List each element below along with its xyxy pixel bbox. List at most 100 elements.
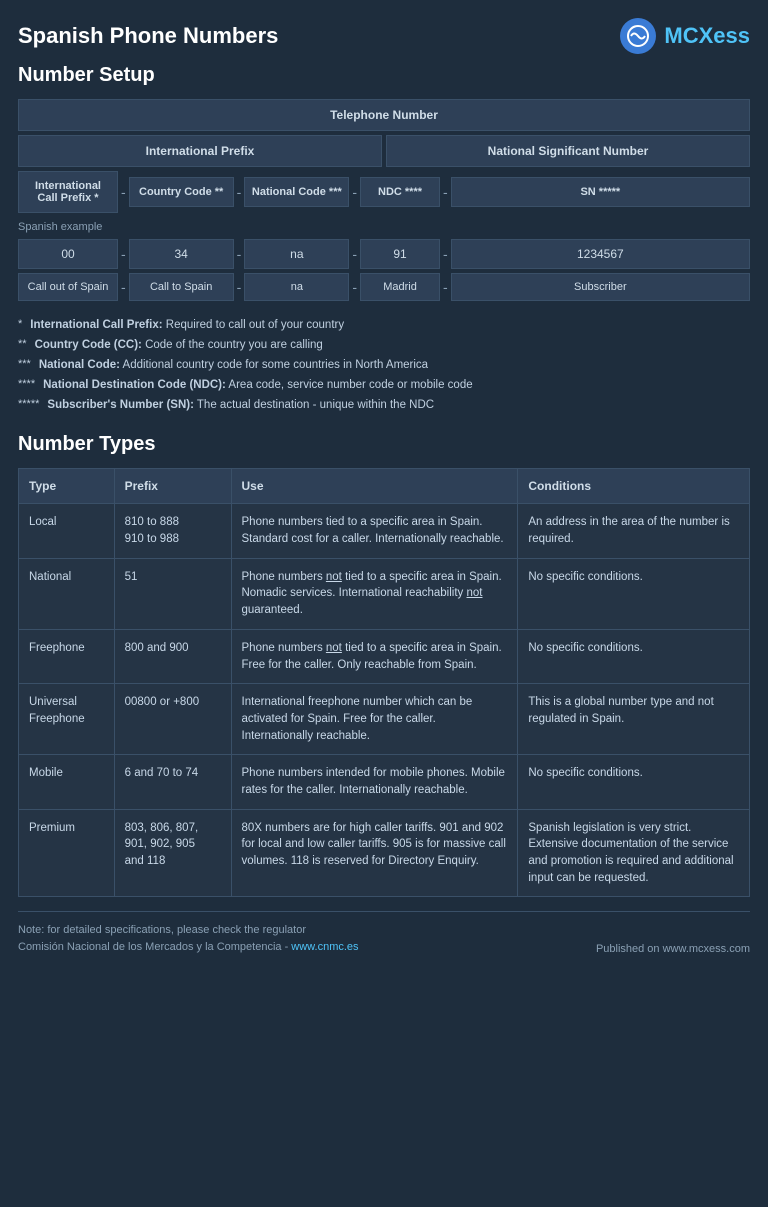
- cell-type: National: [19, 558, 115, 629]
- example-ndc: 91: [360, 239, 440, 269]
- national-significant-label: National Significant Number: [386, 135, 750, 167]
- table-row: Freephone 800 and 900 Phone numbers not …: [19, 629, 750, 683]
- footer: Note: for detailed specifications, pleas…: [18, 911, 750, 955]
- regulator-link[interactable]: www.cnmc.es: [291, 941, 358, 953]
- label-sn: Subscriber: [451, 273, 750, 301]
- international-prefix-label: International Prefix: [18, 135, 382, 167]
- dash-9: -: [118, 279, 129, 295]
- col-header-conditions: Conditions: [518, 469, 750, 504]
- label-icp: Call out of Spain: [18, 273, 118, 301]
- footnote-item: *** National Code: Additional country cod…: [18, 357, 750, 373]
- cell-conditions: This is a global number type and not reg…: [518, 684, 750, 755]
- example-nc: na: [244, 239, 349, 269]
- icp-header: International Call Prefix *: [18, 171, 118, 213]
- footnote-stars: ****: [18, 377, 35, 393]
- dash-1: -: [118, 184, 129, 200]
- cell-conditions: Spanish legislation is very strict. Exte…: [518, 809, 750, 897]
- cell-prefix: 810 to 888910 to 988: [114, 504, 231, 558]
- cell-prefix: 803, 806, 807,901, 902, 905and 118: [114, 809, 231, 897]
- ndc-header: NDC ****: [360, 177, 440, 207]
- footnote-stars: *****: [18, 397, 39, 413]
- col-header-type: Type: [19, 469, 115, 504]
- table-row: Mobile 6 and 70 to 74 Phone numbers inte…: [19, 755, 750, 809]
- cell-type: Freephone: [19, 629, 115, 683]
- nc-header: National Code ***: [244, 177, 349, 207]
- footer-published: Published on www.mcxess.com: [596, 943, 750, 955]
- cell-use: 80X numbers are for high caller tariffs.…: [231, 809, 518, 897]
- label-row: Call out of Spain - Call to Spain - na -…: [18, 273, 750, 301]
- footnote-item: ***** Subscriber's Number (SN): The actua…: [18, 397, 750, 413]
- cell-type: Premium: [19, 809, 115, 897]
- footnote-text: National Code: Additional country code f…: [39, 357, 428, 373]
- footnote-text: National Destination Code (NDC): Area co…: [43, 377, 472, 393]
- footnote-stars: ***: [18, 357, 31, 373]
- cell-conditions: An address in the area of the number is …: [518, 504, 750, 558]
- cell-use: Phone numbers intended for mobile phones…: [231, 755, 518, 809]
- number-setup-section: Number Setup Telephone Number Internatio…: [18, 64, 750, 301]
- cell-conditions: No specific conditions.: [518, 558, 750, 629]
- cell-prefix: 51: [114, 558, 231, 629]
- table-row: Premium 803, 806, 807,901, 902, 905and 1…: [19, 809, 750, 897]
- col-header-use: Use: [231, 469, 518, 504]
- dash-8: -: [440, 246, 451, 262]
- logo-mc: MC: [664, 23, 698, 48]
- dash-12: -: [440, 279, 451, 295]
- cell-use: Phone numbers tied to a specific area in…: [231, 504, 518, 558]
- sn-header: SN *****: [451, 177, 750, 207]
- footnote-item: **** National Destination Code (NDC): Are…: [18, 377, 750, 393]
- dash-10: -: [234, 279, 245, 295]
- dash-5: -: [118, 246, 129, 262]
- footnote-item: * International Call Prefix: Required to …: [18, 317, 750, 333]
- cc-header: Country Code **: [129, 177, 234, 207]
- table-row: National 51 Phone numbers not tied to a …: [19, 558, 750, 629]
- cell-type: Mobile: [19, 755, 115, 809]
- cell-prefix: 00800 or +800: [114, 684, 231, 755]
- footnote-stars: **: [18, 337, 27, 353]
- table-header-row: Type Prefix Use Conditions: [19, 469, 750, 504]
- dash-7: -: [349, 246, 360, 262]
- number-types-table: Type Prefix Use Conditions Local 810 to …: [18, 468, 750, 897]
- telephone-number-row: Telephone Number: [18, 99, 750, 131]
- cell-conditions: No specific conditions.: [518, 629, 750, 683]
- table-row: Universal Freephone 00800 or +800 Intern…: [19, 684, 750, 755]
- example-values-row: 00 - 34 - na - 91 - 1234567: [18, 239, 750, 269]
- logo-xess: Xess: [699, 23, 750, 48]
- cell-use: Phone numbers not tied to a specific are…: [231, 629, 518, 683]
- regulator-name: Comisión Nacional de los Mercados y la C…: [18, 941, 291, 953]
- cell-type: Universal Freephone: [19, 684, 115, 755]
- example-icp: 00: [18, 239, 118, 269]
- number-types-section: Number Types Type Prefix Use Conditions …: [18, 433, 750, 897]
- footnotes: * International Call Prefix: Required to …: [18, 317, 750, 413]
- cell-prefix: 6 and 70 to 74: [114, 755, 231, 809]
- cell-use: Phone numbers not tied to a specific are…: [231, 558, 518, 629]
- spanish-example-label: Spanish example: [18, 221, 750, 233]
- dash-11: -: [349, 279, 360, 295]
- prefix-national-row: International Prefix National Significan…: [18, 135, 750, 167]
- header: Spanish Phone Numbers MCXess: [18, 18, 750, 54]
- logo: MCXess: [620, 18, 750, 54]
- cell-type: Local: [19, 504, 115, 558]
- dash-4: -: [440, 184, 451, 200]
- table-row: Local 810 to 888910 to 988 Phone numbers…: [19, 504, 750, 558]
- cell-use: International freephone number which can…: [231, 684, 518, 755]
- footer-left: Note: for detailed specifications, pleas…: [18, 922, 359, 955]
- logo-text: MCXess: [664, 23, 750, 49]
- example-cc: 34: [129, 239, 234, 269]
- col-header-prefix: Prefix: [114, 469, 231, 504]
- footnote-stars: *: [18, 317, 22, 333]
- label-nc: na: [244, 273, 349, 301]
- label-cc: Call to Spain: [129, 273, 234, 301]
- footnote-text: International Call Prefix: Required to c…: [30, 317, 344, 333]
- footnote-item: ** Country Code (CC): Code of the country…: [18, 337, 750, 353]
- footnote-text: Country Code (CC): Code of the country y…: [35, 337, 323, 353]
- dash-2: -: [234, 184, 245, 200]
- example-sn: 1234567: [451, 239, 750, 269]
- footer-regulator: Comisión Nacional de los Mercados y la C…: [18, 939, 359, 956]
- label-ndc: Madrid: [360, 273, 440, 301]
- footnote-text: Subscriber's Number (SN): The actual des…: [47, 397, 434, 413]
- telephone-number-label: Telephone Number: [18, 99, 750, 131]
- cell-conditions: No specific conditions.: [518, 755, 750, 809]
- logo-icon: [620, 18, 656, 54]
- number-setup-title: Number Setup: [18, 64, 750, 87]
- number-types-title: Number Types: [18, 433, 750, 456]
